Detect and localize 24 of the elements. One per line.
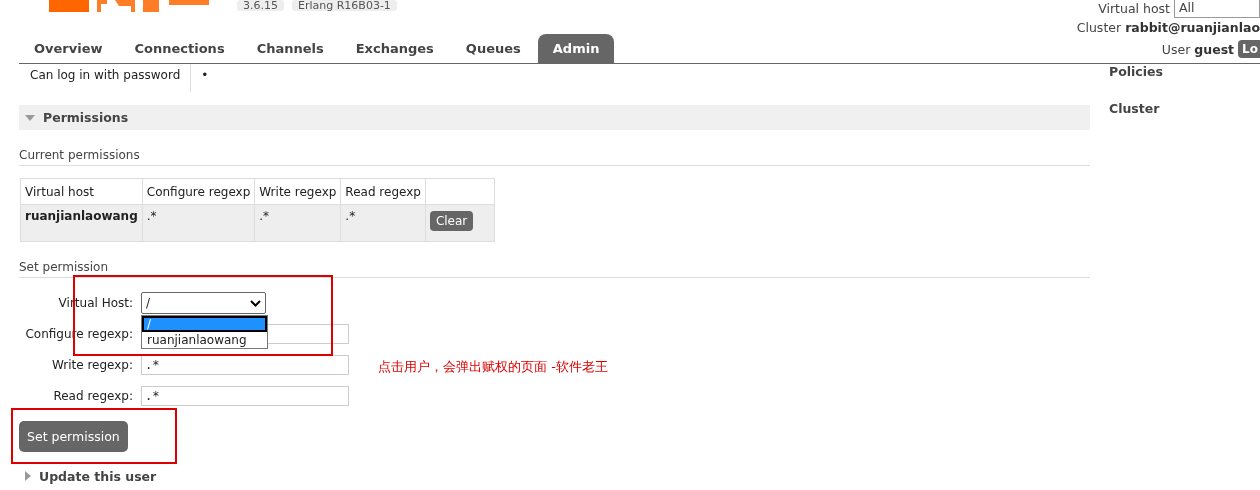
column-header: Read regexp [340, 178, 426, 205]
section-title: Update this user [39, 468, 157, 484]
cluster-name: rabbit@ruanjianlao [1125, 19, 1260, 35]
erlang-badge: Erlang R16B03-1 [292, 0, 397, 11]
user-label: User [1161, 41, 1191, 57]
cluster-label: Cluster [1076, 19, 1122, 35]
subsection-title: Current permissions [19, 148, 1090, 166]
user-name: guest [1194, 41, 1235, 57]
field-label: Write regexp: [50, 358, 134, 372]
virtual-host-label: Virtual host [1098, 0, 1170, 16]
annotation-text: 点击用户，会弹出赋权的页面 -软件老王 [378, 358, 608, 376]
table-cell: .* [254, 204, 341, 242]
property-value: • [200, 67, 210, 84]
column-header: Write regexp [254, 178, 341, 205]
property-label: Can log in with password [19, 64, 192, 92]
table-cell: .* [142, 204, 255, 242]
version-badge: 3.6.15 [237, 0, 284, 11]
subsection-title: Set permission [19, 260, 1090, 278]
table-cell: ruanjianlaowang [20, 204, 143, 242]
column-header: Virtual host [20, 178, 143, 205]
section-title: Permissions [43, 110, 129, 125]
table-cell: .* [340, 204, 426, 242]
column-header: Configure regexp [142, 178, 255, 205]
field-label: Read regexp: [52, 389, 134, 403]
